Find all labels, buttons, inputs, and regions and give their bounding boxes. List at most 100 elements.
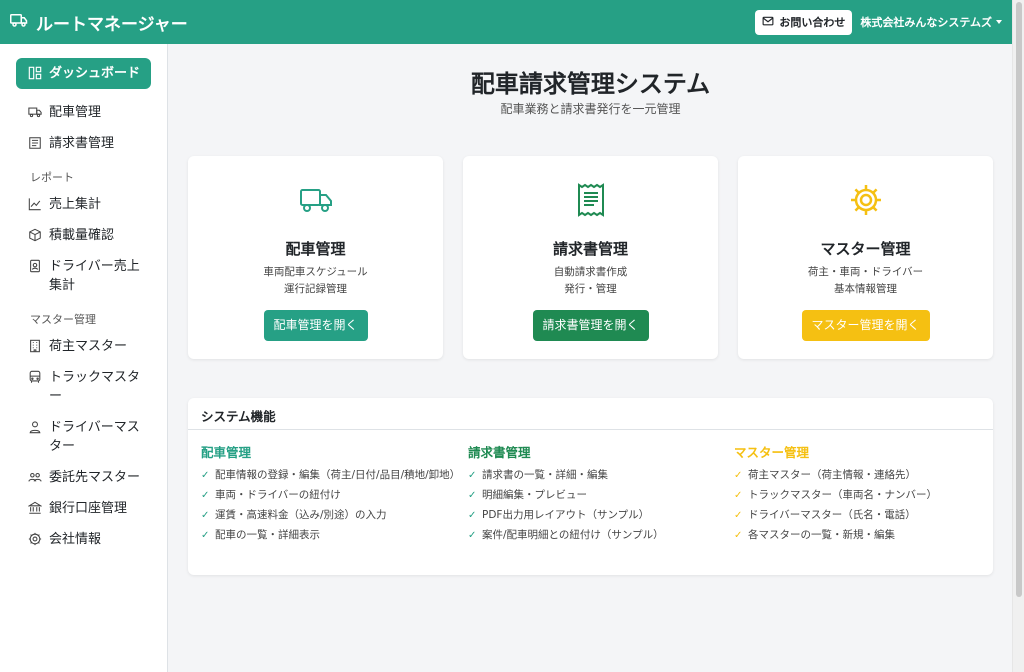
person-icon bbox=[29, 421, 41, 434]
page-title: 配車請求管理システム bbox=[470, 70, 711, 98]
sidebar-section-report: レポート bbox=[30, 171, 74, 184]
id-badge-icon bbox=[30, 259, 40, 273]
sidebar-item-sales[interactable]: 売上集計 bbox=[0, 189, 167, 220]
mail-icon bbox=[762, 15, 774, 30]
check-icon: ✓ bbox=[468, 530, 477, 541]
feature-text: 運賃・高速料金（込み/別途）の入力 bbox=[215, 509, 387, 521]
sidebar: ダッシュボード 配車管理 請求書管理 レポート 売上集計 積載量確認 ドライバー… bbox=[0, 44, 168, 672]
feature-item: ✓ 案件/配車明細との紐付け（サンプル） bbox=[468, 527, 723, 544]
sidebar-item-label: 請求書管理 bbox=[49, 136, 115, 151]
feature-item: ✓ 車両・ドライバーの紐付け bbox=[201, 487, 456, 504]
features-column-master: マスター管理 ✓ 荷主マスター（荷主情報・連絡先） ✓ トラックマスター（車両名・ナ… bbox=[734, 442, 989, 547]
sidebar-item-company-info[interactable]: 会社情報 bbox=[0, 524, 167, 555]
check-icon: ✓ bbox=[201, 530, 210, 541]
sidebar-item-driver-master[interactable]: ドライバーマスター bbox=[0, 412, 167, 462]
feature-item: ✓ 請求書の一覧・詳細・編集 bbox=[468, 467, 723, 484]
sidebar-item-label: トラックマスター bbox=[49, 370, 141, 404]
card-description: 荷主・車両・ドライバー 基本情報管理 bbox=[738, 264, 993, 298]
feature-text: 明細編集・プレビュー bbox=[482, 489, 587, 501]
building-icon bbox=[30, 339, 40, 353]
card-dispatch: 配車管理 車両配車スケジュール 運行記録管理 配車管理を開く bbox=[188, 156, 443, 359]
app-brand[interactable]: ルートマネージャー bbox=[10, 10, 188, 35]
truck-icon bbox=[10, 11, 28, 34]
card-desc-line: 基本情報管理 bbox=[834, 283, 897, 295]
gear-icon bbox=[738, 182, 993, 218]
card-master: マスター管理 荷主・車両・ドライバー 基本情報管理 マスター管理を開く bbox=[738, 156, 993, 359]
sidebar-item-bank-account[interactable]: 銀行口座管理 bbox=[0, 493, 167, 524]
card-title: マスター管理 bbox=[820, 240, 911, 258]
open-master-button[interactable]: マスター管理を開く bbox=[801, 310, 930, 341]
caret-down-icon bbox=[996, 20, 1002, 24]
features-heading: システム機能 bbox=[188, 398, 993, 430]
features-column-dispatch: 配車管理 ✓ 配車情報の登録・編集（荷主/日付/品目/積地/卸地） ✓ 車両・ドライ… bbox=[201, 442, 460, 547]
sidebar-item-dispatch[interactable]: 配車管理 bbox=[0, 97, 167, 128]
truck-icon bbox=[188, 182, 443, 218]
truck-icon bbox=[28, 107, 42, 118]
page-subtitle: 配車業務と請求書発行を一元管理 bbox=[500, 102, 681, 116]
sidebar-item-label: ドライバーマスター bbox=[49, 420, 140, 454]
card-description: 車両配車スケジュール 運行記録管理 bbox=[188, 264, 443, 298]
bank-icon bbox=[28, 501, 42, 514]
check-icon: ✓ bbox=[734, 490, 743, 501]
feature-item: ✓ 各マスターの一覧・新規・編集 bbox=[734, 527, 989, 544]
system-features-panel: システム機能 配車管理 ✓ 配車情報の登録・編集（荷主/日付/品目/積地/卸地） … bbox=[188, 398, 993, 575]
feature-item: ✓ 運賃・高速料金（込み/別途）の入力 bbox=[201, 507, 456, 524]
check-icon: ✓ bbox=[201, 510, 210, 521]
sidebar-item-load[interactable]: 積載量確認 bbox=[0, 220, 167, 251]
features-column-title: マスター管理 bbox=[734, 445, 810, 460]
company-name: 株式会社みんなシステムズ bbox=[860, 16, 992, 29]
feature-text: 荷主マスター（荷主情報・連絡先） bbox=[748, 469, 916, 481]
features-column-title: 配車管理 bbox=[201, 445, 252, 460]
sidebar-item-label: 配車管理 bbox=[49, 105, 102, 120]
scrollbar-thumb[interactable] bbox=[1016, 2, 1022, 597]
app-title: ルートマネージャー bbox=[36, 14, 188, 35]
sidebar-item-label: ダッシュボード bbox=[49, 66, 141, 81]
feature-item: ✓ 配車の一覧・詳細表示 bbox=[201, 527, 456, 544]
company-dropdown[interactable]: 株式会社みんなシステムズ bbox=[860, 14, 1002, 30]
sidebar-item-driver-sales[interactable]: ドライバー売上集計 bbox=[0, 251, 167, 301]
card-title: 配車管理 bbox=[285, 240, 346, 258]
check-icon: ✓ bbox=[734, 530, 743, 541]
vertical-scrollbar[interactable] bbox=[1012, 0, 1024, 672]
feature-text: 車両・ドライバーの紐付け bbox=[215, 489, 341, 501]
feature-item: ✓ トラックマスター（車両名・ナンバー） bbox=[734, 487, 989, 504]
card-desc-line: 荷主・車両・ドライバー bbox=[807, 266, 924, 278]
feature-item: ✓ 配車情報の登録・編集（荷主/日付/品目/積地/卸地） bbox=[201, 467, 460, 484]
feature-text: 配車情報の登録・編集（荷主/日付/品目/積地/卸地） bbox=[215, 469, 461, 481]
dashboard-icon bbox=[28, 66, 42, 80]
sidebar-item-contractor-master[interactable]: 委託先マスター bbox=[0, 462, 167, 493]
feature-text: PDF出力用レイアウト（サンプル） bbox=[482, 509, 650, 521]
card-desc-line: 自動請求書作成 bbox=[553, 266, 628, 278]
gear-icon bbox=[28, 532, 42, 546]
sidebar-item-label: ドライバー売上集計 bbox=[49, 259, 140, 293]
main-content: 配車請求管理システム 配車業務と請求書発行を一元管理 配車管理 車両配車スケジュ… bbox=[169, 44, 1012, 672]
feature-text: 配車の一覧・詳細表示 bbox=[215, 529, 320, 541]
sidebar-item-label: 委託先マスター bbox=[49, 470, 141, 485]
receipt-icon bbox=[463, 182, 718, 218]
bus-icon bbox=[29, 370, 41, 383]
check-icon: ✓ bbox=[734, 510, 743, 521]
people-icon bbox=[28, 472, 42, 482]
check-icon: ✓ bbox=[201, 490, 210, 501]
sidebar-item-truck-master[interactable]: トラックマスター bbox=[0, 362, 167, 412]
card-description: 自動請求書作成 発行・管理 bbox=[463, 264, 718, 298]
contact-button[interactable]: お問い合わせ bbox=[755, 9, 853, 35]
check-icon: ✓ bbox=[468, 510, 477, 521]
contact-label: お問い合わせ bbox=[779, 16, 846, 29]
check-icon: ✓ bbox=[734, 470, 743, 481]
feature-text: 案件/配車明細との紐付け（サンプル） bbox=[482, 529, 664, 541]
feature-item: ✓ 荷主マスター（荷主情報・連絡先） bbox=[734, 467, 989, 484]
sidebar-item-dashboard[interactable]: ダッシュボード bbox=[16, 58, 151, 89]
top-navbar: ルートマネージャー お問い合わせ 株式会社みんなシステムズ bbox=[0, 0, 1012, 44]
sidebar-item-label: 荷主マスター bbox=[49, 339, 128, 354]
sidebar-item-label: 売上集計 bbox=[49, 197, 102, 212]
sidebar-item-label: 銀行口座管理 bbox=[49, 501, 128, 516]
sidebar-item-invoice[interactable]: 請求書管理 bbox=[0, 128, 167, 159]
open-dispatch-button[interactable]: 配車管理を開く bbox=[263, 310, 368, 341]
features-column-invoice: 請求書管理 ✓ 請求書の一覧・詳細・編集 ✓ 明細編集・プレビュー ✓ PDF出力用レ… bbox=[468, 442, 723, 547]
card-invoice: 請求書管理 自動請求書作成 発行・管理 請求書管理を開く bbox=[463, 156, 718, 359]
sidebar-item-label: 積載量確認 bbox=[49, 228, 115, 243]
sidebar-item-label: 会社情報 bbox=[49, 532, 102, 547]
sidebar-item-shipper-master[interactable]: 荷主マスター bbox=[0, 331, 167, 362]
open-invoice-button[interactable]: 請求書管理を開く bbox=[532, 310, 649, 341]
